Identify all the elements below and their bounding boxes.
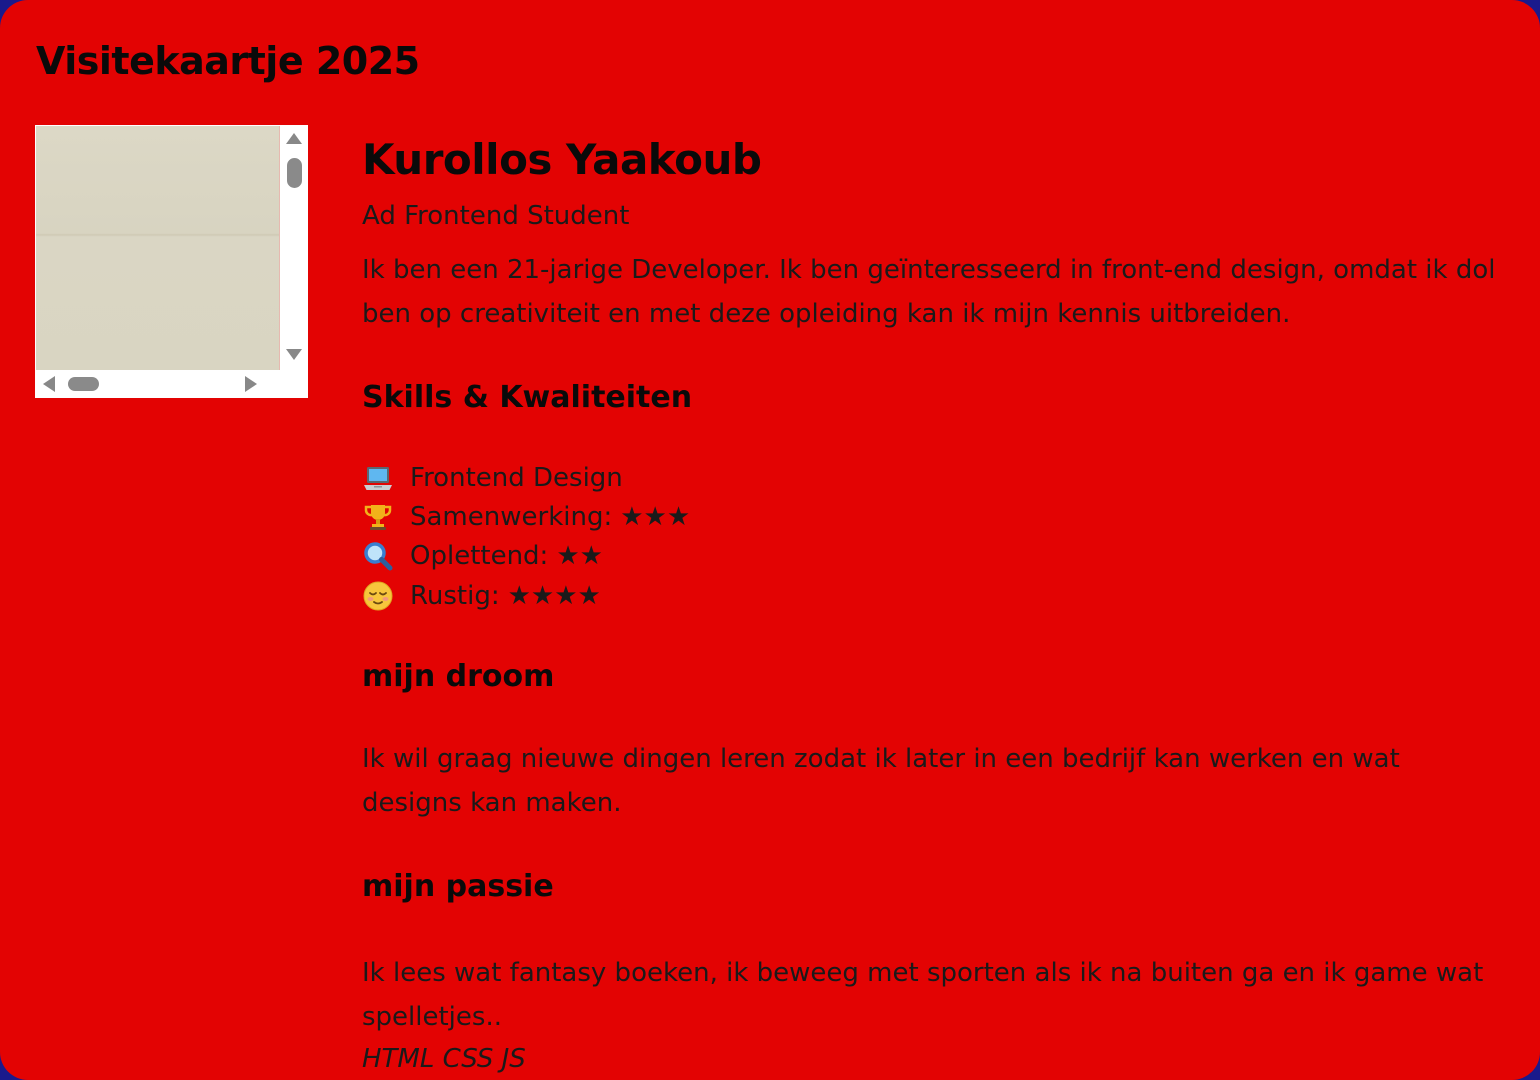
laptop-icon: [364, 466, 392, 490]
dream-text: Ik wil graag nieuwe dingen leren zodat i…: [362, 744, 1400, 819]
tech-stack: HTML CSS JS: [362, 1044, 526, 1075]
profile-role: Ad Frontend Student: [362, 201, 630, 231]
profile-name: Kurollos Yaakoub: [362, 135, 762, 184]
skill-item-samenwerking: Samenwerking: ★★★: [362, 497, 1502, 536]
scroll-up-arrow-icon[interactable]: [286, 133, 302, 144]
skill-rating: ★★★: [620, 501, 691, 532]
passion-heading: mijn passie: [362, 869, 554, 905]
vertical-scrollbar[interactable]: [281, 125, 308, 370]
skill-rating: ★★★★: [507, 580, 601, 611]
scroll-down-arrow-icon[interactable]: [286, 349, 302, 360]
dream-heading: mijn droom: [362, 659, 555, 695]
profile-photo-scrollbox[interactable]: [35, 125, 308, 398]
skills-list: Frontend Design Samenwerking: ★★★ Oplett…: [362, 458, 1502, 615]
scroll-right-arrow-icon[interactable]: [245, 376, 257, 392]
profile-content: Kurollos Yaakoub Ad Frontend Student Ik …: [362, 132, 1502, 1075]
skills-heading: Skills & Kwaliteiten: [362, 380, 693, 415]
scroll-left-arrow-icon[interactable]: [43, 376, 55, 392]
business-card: Visitekaartje 2025 Kurollos Yaakoub Ad F…: [0, 0, 1540, 1080]
horizontal-scroll-thumb[interactable]: [68, 377, 99, 391]
horizontal-scrollbar[interactable]: [35, 370, 281, 398]
skill-item-oplettend: Oplettend: ★★: [362, 537, 1502, 576]
vertical-scroll-thumb[interactable]: [287, 158, 302, 188]
skill-rating: ★★: [556, 541, 603, 572]
profile-intro: Ik ben een 21-jarige Developer. Ik ben g…: [362, 255, 1496, 329]
profile-photo: [36, 126, 280, 370]
page-title: Visitekaartje 2025: [36, 39, 420, 83]
skill-label: Frontend Design: [410, 462, 623, 493]
skill-label: Rustig:: [410, 580, 500, 611]
magnifier-icon: [364, 542, 393, 571]
skill-item-frontend-design: Frontend Design: [362, 458, 1502, 497]
passion-text: Ik lees wat fantasy boeken, ik beweeg me…: [362, 958, 1484, 1033]
skill-label: Samenwerking:: [410, 501, 613, 532]
skill-item-rustig: Rustig: ★★★★: [362, 576, 1502, 615]
relieved-face-icon: [363, 581, 393, 611]
trophy-icon: [364, 504, 392, 530]
skill-label: Oplettend:: [410, 541, 549, 572]
